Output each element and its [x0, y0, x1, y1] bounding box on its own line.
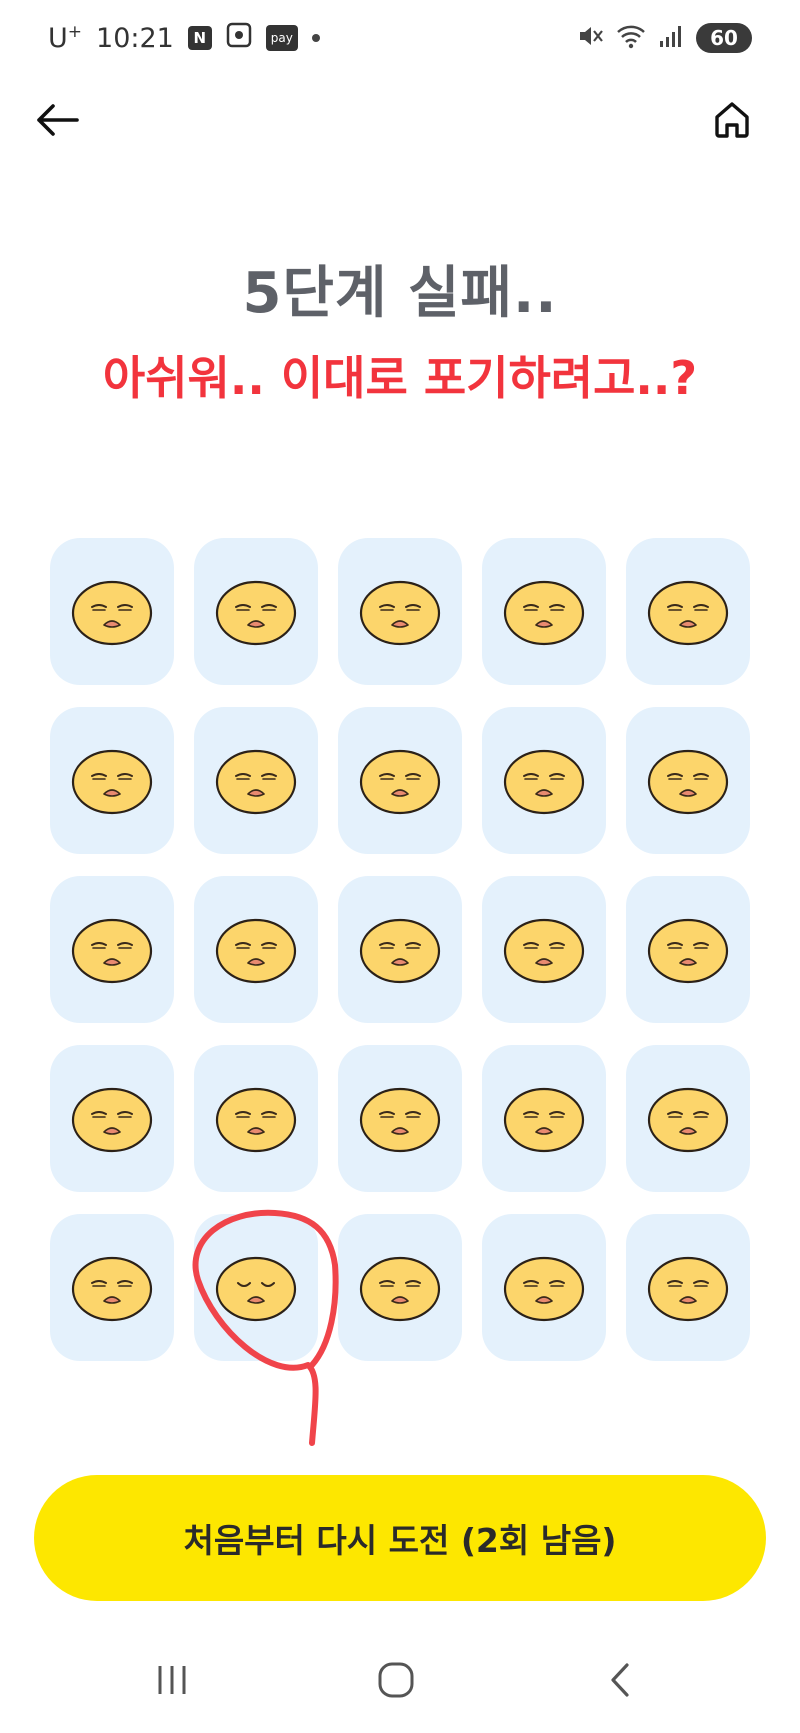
status-left: U+ 10:21 N pay — [48, 18, 320, 58]
dot-icon — [311, 34, 320, 42]
arrow-left-icon — [37, 104, 79, 136]
sad-face-icon — [215, 918, 297, 983]
face-tile[interactable] — [482, 707, 606, 854]
signal-icon — [658, 23, 684, 53]
sad-face-icon — [503, 1087, 585, 1152]
sad-face-icon — [647, 1087, 729, 1152]
naver-icon: N — [187, 26, 212, 50]
sad-face-icon — [215, 1256, 297, 1321]
sad-face-icon — [71, 1087, 153, 1152]
sad-face-icon — [71, 918, 153, 983]
sad-face-icon — [647, 580, 729, 645]
face-tile[interactable] — [626, 1045, 750, 1192]
sad-face-icon — [71, 749, 153, 814]
recents-button[interactable] — [142, 1658, 202, 1702]
sad-face-icon — [359, 580, 441, 645]
sad-face-icon — [503, 918, 585, 983]
system-nav-bar — [0, 1640, 800, 1720]
pay-icon: pay — [265, 25, 298, 51]
sad-face-icon — [359, 1256, 441, 1321]
face-tile[interactable] — [482, 538, 606, 685]
face-tile[interactable] — [194, 707, 318, 854]
sad-face-icon — [503, 1256, 585, 1321]
face-tile[interactable] — [338, 538, 462, 685]
face-tile[interactable] — [626, 876, 750, 1023]
screenshot-icon — [226, 22, 252, 55]
sad-face-icon — [647, 749, 729, 814]
back-chevron-icon — [611, 1663, 629, 1697]
sad-face-icon — [215, 580, 297, 645]
face-tile[interactable] — [482, 876, 606, 1023]
face-tile[interactable] — [338, 707, 462, 854]
stage-result-title: 5단계 실패.. — [242, 261, 558, 326]
sad-face-icon — [215, 1087, 297, 1152]
clock: 10:21 — [96, 22, 174, 54]
face-tile[interactable] — [626, 538, 750, 685]
app-bar — [0, 80, 800, 160]
sad-face-icon — [359, 918, 441, 983]
face-grid — [50, 538, 750, 1361]
face-tile[interactable] — [338, 876, 462, 1023]
recents-icon — [158, 1666, 186, 1694]
back-button[interactable] — [26, 94, 88, 146]
home-icon — [715, 102, 749, 138]
sad-face-icon — [359, 1087, 441, 1152]
face-tile[interactable] — [194, 876, 318, 1023]
retry-from-start-button[interactable]: 처음부터 다시 도전 (2회 남음) — [34, 1475, 766, 1601]
face-tile[interactable] — [482, 1214, 606, 1361]
nav-back-button[interactable] — [590, 1658, 650, 1702]
wifi-icon — [616, 22, 646, 54]
sad-face-icon — [503, 749, 585, 814]
home-circle-icon — [378, 1662, 414, 1698]
status-bar: U+ 10:21 N pay 60 — [0, 0, 800, 76]
face-tile[interactable] — [626, 1214, 750, 1361]
face-tile[interactable] — [626, 707, 750, 854]
sad-face-icon — [647, 918, 729, 983]
face-tile[interactable] — [482, 1045, 606, 1192]
carrier-label: U+ — [48, 22, 83, 54]
face-tile[interactable] — [338, 1214, 462, 1361]
face-tile[interactable] — [338, 1045, 462, 1192]
face-tile[interactable] — [50, 707, 174, 854]
sad-face-icon — [215, 749, 297, 814]
battery-icon: 60 — [696, 23, 752, 53]
face-tile[interactable] — [50, 538, 174, 685]
sad-face-icon — [71, 580, 153, 645]
encouragement-subtitle: 아쉬워.. 이대로 포기하려고..? — [102, 351, 698, 405]
status-right: 60 — [576, 20, 752, 56]
face-tile[interactable] — [194, 1214, 318, 1361]
sad-face-icon — [503, 580, 585, 645]
face-tile[interactable] — [194, 1045, 318, 1192]
sad-face-icon — [359, 749, 441, 814]
sad-face-icon — [71, 1256, 153, 1321]
home-button[interactable] — [704, 92, 760, 148]
sad-face-icon — [647, 1256, 729, 1321]
face-tile[interactable] — [50, 1045, 174, 1192]
nav-home-button[interactable] — [366, 1658, 426, 1702]
mute-icon — [576, 22, 604, 54]
face-tile[interactable] — [194, 538, 318, 685]
face-tile[interactable] — [50, 1214, 174, 1361]
face-tile[interactable] — [50, 876, 174, 1023]
